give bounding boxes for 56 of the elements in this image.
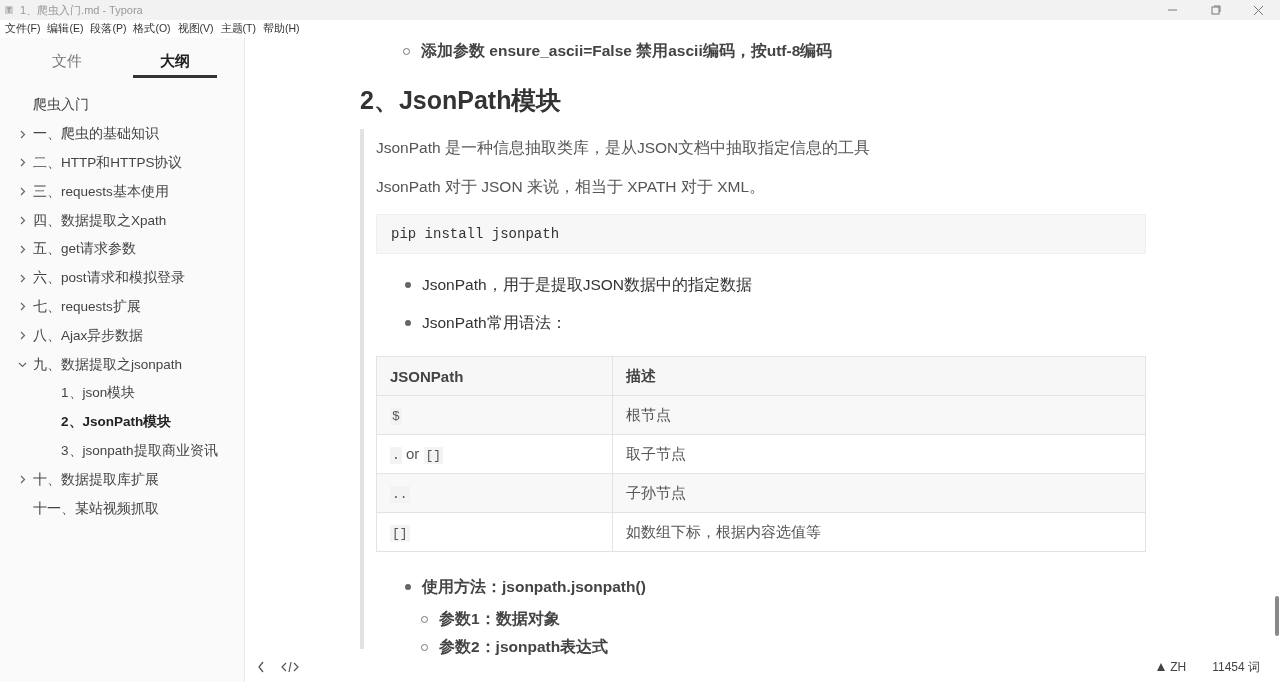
menu-item[interactable]: 格式(O) [131, 22, 176, 36]
list-text: 参数1：数据对象 [439, 608, 560, 629]
table-cell: 如数组下标，根据内容选值等 [612, 512, 1146, 552]
outline-item[interactable]: 爬虫入门 [33, 96, 89, 115]
menu-item[interactable]: 帮助(H) [261, 22, 305, 36]
list-text: JsonPath常用语法： [422, 312, 567, 333]
outline-item[interactable]: 九、数据提取之jsonpath [33, 355, 183, 374]
table-cell: $ [376, 395, 613, 435]
scrollbar[interactable] [1275, 596, 1279, 636]
close-icon[interactable] [1253, 4, 1264, 16]
bullet-icon [405, 320, 411, 326]
outline-item[interactable]: 三、requests基本使用 [33, 182, 169, 201]
outline-item[interactable]: 五、get请求参数 [33, 240, 136, 259]
outline-item[interactable]: 八、Ajax异步数据 [33, 326, 144, 345]
paragraph: JsonPath 对于 JSON 来说，相当于 XPATH 对于 XML。 [376, 177, 767, 197]
menu-item[interactable]: 主题(T) [218, 22, 261, 36]
window-title: 1、爬虫入门.md - Typora [20, 2, 144, 18]
bullet-icon [405, 584, 411, 590]
section-heading: 2、JsonPath模块 [360, 85, 563, 116]
outline-item[interactable]: 2、JsonPath模块 [61, 413, 172, 432]
table-cell: 取子节点 [612, 434, 1146, 474]
table-cell: . or [] [376, 434, 613, 474]
menu-item[interactable]: 文件(F) [3, 22, 46, 36]
code-block: pip install jsonpath [376, 214, 1146, 254]
column-header: JSONPath [376, 356, 613, 396]
menu-item[interactable]: 编辑(E) [45, 22, 89, 36]
outline-item[interactable]: 十一、某站视频抓取 [33, 499, 159, 518]
table-cell: [] [376, 512, 613, 552]
language-indicator[interactable]: ZH [1170, 660, 1187, 674]
outline-item[interactable]: 二、HTTP和HTTPS协议 [33, 154, 183, 172]
outline-item[interactable]: 十、数据提取库扩展 [33, 470, 159, 489]
table-cell: 子孙节点 [612, 473, 1146, 513]
bullet-icon [405, 282, 411, 288]
outline-item[interactable]: 六、post请求和模拟登录 [33, 269, 185, 288]
table-cell: .. [376, 473, 613, 513]
app-icon [4, 5, 14, 15]
menu-item[interactable]: 段落(P) [88, 22, 132, 36]
menu-item[interactable]: 视图(V) [175, 22, 219, 36]
column-header: 描述 [612, 356, 1146, 396]
list-text: 使用方法：jsonpath.jsonpath() [422, 576, 646, 597]
list-text: 添加参数 ensure_ascii=False 禁用ascii编码，按utf-8编码 [421, 40, 833, 61]
table-cell: 根节点 [612, 395, 1146, 435]
list-text: JsonPath，用于是提取JSON数据中的指定数据 [422, 274, 752, 295]
paragraph: JsonPath 是一种信息抽取类库，是从JSON文档中抽取指定信息的工具 [376, 138, 872, 158]
warning-triangle-icon [1156, 662, 1167, 672]
outline-item[interactable]: 3、jsonpath提取商业资讯 [61, 441, 218, 460]
word-count[interactable]: 11454 词 [1212, 658, 1260, 676]
sidebar-tab[interactable]: 大纲 [133, 46, 217, 78]
outline-item[interactable]: 1、json模块 [61, 384, 136, 403]
outline-item[interactable]: 一、爬虫的基础知识 [33, 125, 159, 144]
source-code-icon[interactable] [281, 660, 299, 674]
outline-item[interactable]: 七、requests扩展 [33, 297, 141, 316]
sidebar-tab[interactable]: 文件 [17, 46, 117, 78]
list-text: 参数2：jsonpath表达式 [439, 636, 609, 657]
outline-item[interactable]: 四、数据提取之Xpath [33, 211, 167, 230]
restore-icon[interactable] [1210, 4, 1221, 16]
